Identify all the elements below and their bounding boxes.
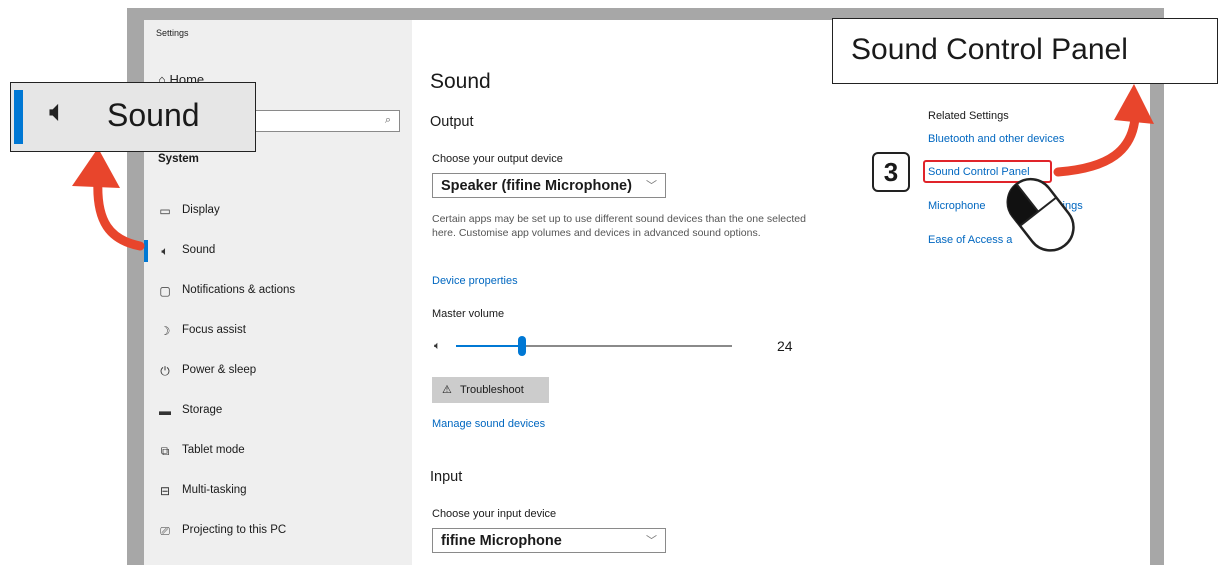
arrow-head-left [72, 148, 120, 188]
step-number-badge: 3 [872, 152, 910, 192]
sound-callout-label: Sound [107, 97, 200, 133]
arrow-head-right [1114, 84, 1154, 124]
sound-control-panel-callout: Sound Control Panel [832, 18, 1218, 84]
scp-callout-label: Sound Control Panel [851, 33, 1128, 66]
sound-callout: 🔈︎ Sound [10, 82, 256, 152]
mouse-icon [1006, 177, 1075, 252]
arrow-to-scp-callout [1053, 113, 1140, 177]
speaker-icon: 🔈︎ [49, 95, 67, 128]
active-indicator-bar [14, 90, 23, 144]
arrow-to-sound-callout [93, 175, 145, 251]
